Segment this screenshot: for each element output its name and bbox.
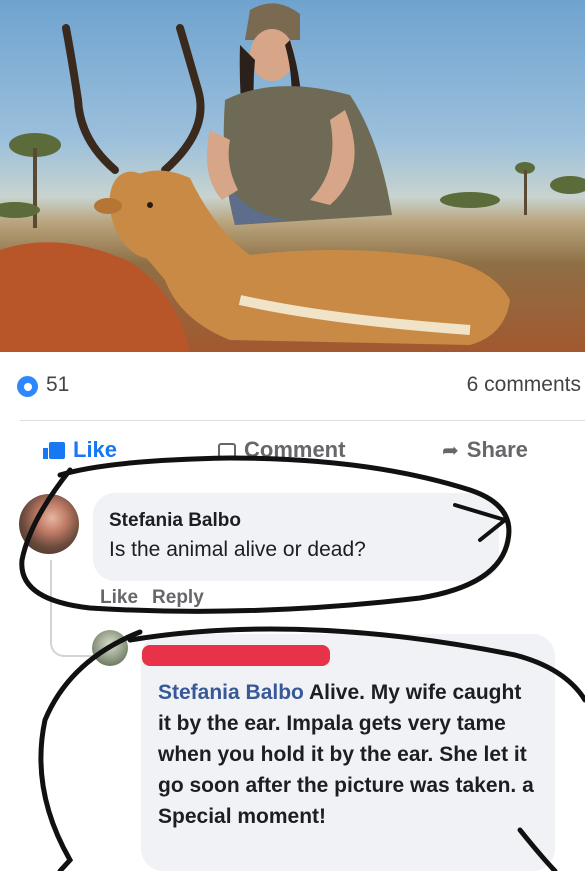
reply-thread-line [50, 560, 98, 657]
reply-avatar[interactable] [92, 630, 128, 666]
reply-text: Stefania Balbo Alive. My wife caught it … [158, 677, 538, 832]
comment-text: Is the animal alive or dead? [109, 538, 366, 561]
share-button[interactable]: ➦ Share [442, 437, 528, 463]
avatar[interactable] [19, 494, 79, 554]
comment-author[interactable]: Stefania Balbo [109, 510, 241, 532]
like-button[interactable]: Like [43, 437, 118, 463]
photo-illustration [0, 3, 585, 352]
comment-icon [218, 442, 236, 458]
divider [20, 420, 585, 421]
share-label: Share [466, 437, 528, 462]
comment-bubble [93, 493, 499, 581]
comment-like-link[interactable]: Like [100, 587, 138, 609]
like-label: Like [73, 437, 118, 462]
thumbs-up-icon [43, 441, 65, 459]
comment-count[interactable]: 6 comments [467, 373, 581, 397]
post-photo[interactable] [0, 0, 585, 352]
like-reaction-icon[interactable] [17, 376, 38, 397]
like-count[interactable]: 51 [46, 373, 69, 397]
redaction-mark [142, 645, 330, 666]
comment-reply-link[interactable]: Reply [152, 587, 204, 609]
comment-actions: Like Reply [100, 587, 204, 609]
comment-button[interactable]: Comment [218, 437, 345, 463]
share-arrow-icon: ➦ [442, 439, 459, 462]
comment-label: Comment [244, 437, 346, 462]
mention-link[interactable]: Stefania Balbo [158, 681, 304, 704]
